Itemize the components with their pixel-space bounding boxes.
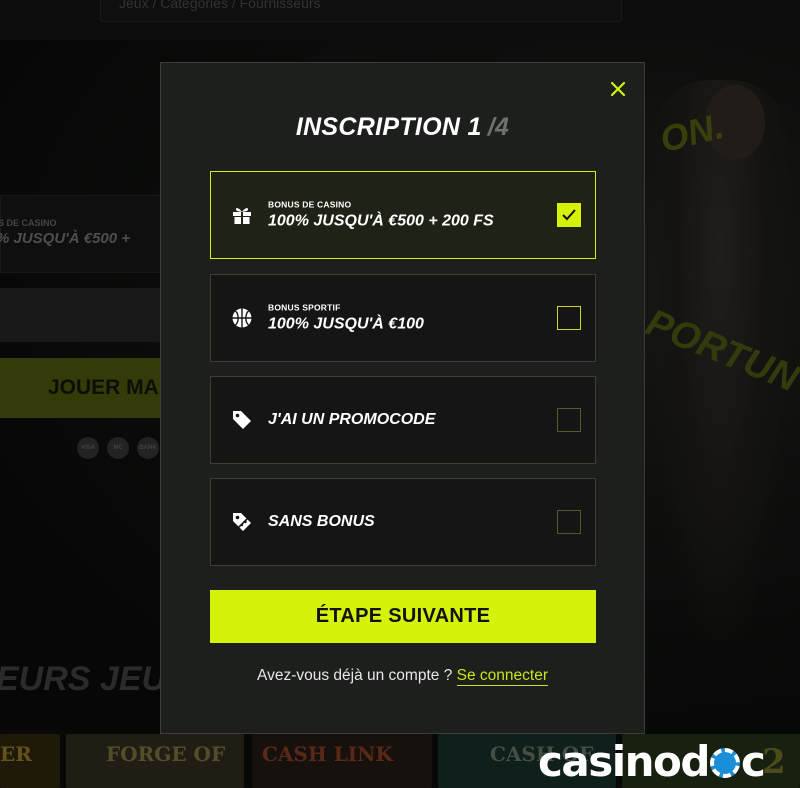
login-prompt-text: Avez-vous déjà un compte ?: [257, 667, 453, 684]
option-casino-bonus-label: BONUS DE CASINO: [268, 199, 352, 210]
login-link[interactable]: Se connecter: [456, 667, 548, 686]
registration-modal: INSCRIPTION 1/4 BONUS DE CASINO 100% JUS…: [160, 62, 645, 734]
option-sport-bonus-value: 100% JUSQU'À €100: [268, 315, 424, 333]
option-promocode-value: J'AI UN PROMOCODE: [268, 411, 436, 428]
login-prompt: Avez-vous déjà un compte ? Se connecter: [161, 667, 644, 686]
option-promocode[interactable]: J'AI UN PROMOCODE: [210, 376, 596, 464]
casinodoc-logo: casinod c: [538, 736, 766, 788]
basketball-icon: [231, 307, 253, 329]
option-no-bonus-checkbox[interactable]: [557, 510, 581, 534]
gift-icon: [231, 204, 253, 226]
logo-text-right: c: [740, 737, 766, 786]
option-no-bonus[interactable]: SANS BONUS: [210, 478, 596, 566]
option-casino-bonus-value: 100% JUSQU'À €500 + 200 FS: [268, 212, 494, 230]
option-sport-bonus-label: BONUS SPORTIF: [268, 302, 341, 313]
option-casino-bonus-checkbox[interactable]: [557, 203, 581, 227]
option-promocode-checkbox[interactable]: [557, 408, 581, 432]
modal-title: INSCRIPTION 1/4: [161, 113, 644, 142]
tag-icon: [231, 409, 253, 431]
option-sport-bonus-checkbox[interactable]: [557, 306, 581, 330]
casino-chip-icon: [709, 747, 740, 778]
option-sport-bonus[interactable]: BONUS SPORTIF 100% JUSQU'À €100: [210, 274, 596, 362]
close-icon: [606, 77, 630, 101]
close-button[interactable]: [606, 77, 630, 101]
step-total: /4: [487, 113, 510, 141]
next-step-button[interactable]: ÉTAPE SUIVANTE: [210, 590, 596, 643]
no-bonus-tag-icon: [231, 511, 253, 533]
step-label: INSCRIPTION 1: [295, 113, 482, 141]
logo-text-left: casinod: [538, 737, 710, 786]
option-no-bonus-value: SANS BONUS: [268, 513, 375, 530]
option-casino-bonus[interactable]: BONUS DE CASINO 100% JUSQU'À €500 + 200 …: [210, 171, 596, 259]
